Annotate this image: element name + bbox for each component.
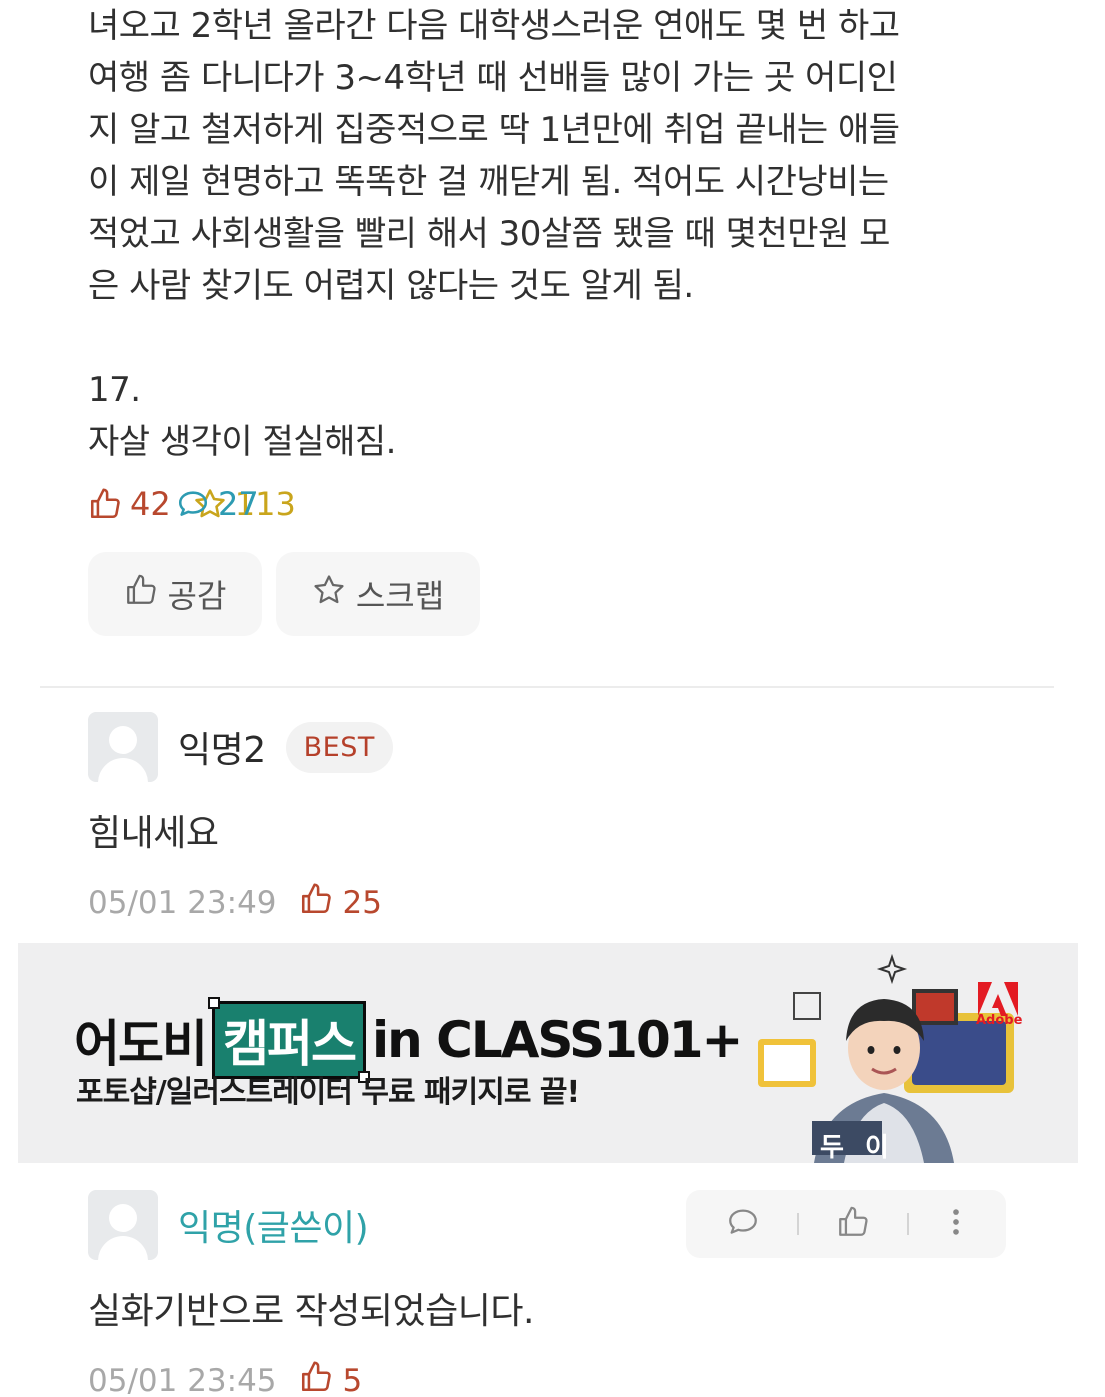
more-vertical-icon[interactable] (946, 1205, 966, 1243)
ad-title-pre: 어도비 (74, 1015, 208, 1073)
tool-separator (906, 1213, 909, 1235)
thumbs-up-icon (88, 487, 122, 521)
thumbs-up-icon (299, 882, 333, 924)
thumbs-up-icon (299, 1360, 333, 1397)
thumbs-up-icon[interactable] (836, 1205, 870, 1243)
post-line: 지 알고 철저하게 집중적으로 딱 1년만에 취업 끝내는 애들 (88, 110, 900, 150)
reply-icon[interactable] (726, 1205, 760, 1243)
ad-subtitle: 포토샵/일러스트레이터 무료 패키지로 끝! (76, 1075, 580, 1110)
comment-nickname[interactable]: 익명2 (178, 721, 266, 773)
comment-date: 05/01 23:45 (88, 1363, 277, 1397)
like-count-value: 42 (130, 485, 171, 523)
comment-count: 27 (176, 485, 1105, 523)
section-divider (40, 686, 1054, 688)
post-stats: 42 27 113 (88, 480, 296, 528)
avatar[interactable] (88, 712, 158, 782)
post-line: 적었고 사회생활을 빨리 해서 30살쯤 됐을 때 몇천만원 모 (88, 214, 890, 254)
comment-date: 05/01 23:49 (88, 885, 277, 921)
comment-count-value: 27 (218, 485, 259, 523)
ad-title-post: in CLASS101+ (372, 1011, 743, 1069)
ad-banner[interactable]: 어도비 캠퍼스 in CLASS101+ 포토샵/일러스트레이터 무료 패키지로… (18, 943, 1078, 1163)
comment-tools (686, 1190, 1006, 1258)
comment-item: 익명2 BEST 힘내세요 05/01 23:49 25 (88, 710, 1028, 924)
tool-separator (797, 1213, 800, 1235)
scrap-button[interactable]: 스크랩 (276, 552, 480, 636)
best-badge: BEST (285, 721, 393, 773)
comment-like-value: 5 (342, 1363, 363, 1397)
post-body: 녀오고 2학년 올라간 다음 대학생스러운 연애도 몇 번 하고 여행 좀 다니… (88, 0, 1028, 468)
comment-like-value: 25 (342, 885, 382, 921)
section-number: 17. (88, 370, 141, 410)
post-line: 이 제일 현명하고 똑똑한 걸 깨닫게 됨. 적어도 시간낭비는 (88, 162, 889, 202)
avatar[interactable] (88, 1190, 158, 1260)
speech-bubble-icon (176, 487, 210, 521)
like-count: 42 (88, 485, 171, 523)
star-icon (312, 573, 346, 615)
thumbs-up-icon (124, 573, 158, 615)
section-text: 자살 생각이 절실해짐. (88, 422, 396, 462)
comment-like-count: 25 (299, 882, 382, 924)
comment-text: 힘내세요 (88, 813, 219, 854)
empathy-button[interactable]: 공감 (88, 552, 262, 636)
ad-person-caption: 두 이 (820, 1133, 895, 1163)
post-actions: 공감 스크랩 (88, 552, 480, 636)
comment-like-count: 5 (299, 1360, 363, 1397)
comment-text: 실화기반으로 작성되었습니다. (88, 1291, 534, 1332)
post-line: 녀오고 2학년 올라간 다음 대학생스러운 연애도 몇 번 하고 (88, 6, 900, 46)
scrap-button-label: 스크랩 (355, 577, 445, 615)
post-line: 은 사람 찾기도 어렵지 않다는 것도 알게 됨. (88, 266, 694, 306)
comment-nickname[interactable]: 익명(글쓴이) (178, 1199, 369, 1251)
ad-brand: Adobe (976, 1013, 1023, 1028)
empathy-button-label: 공감 (167, 577, 227, 615)
post-line: 여행 좀 다니다가 3~4학년 때 선배들 많이 가는 곳 어디인 (88, 58, 898, 98)
